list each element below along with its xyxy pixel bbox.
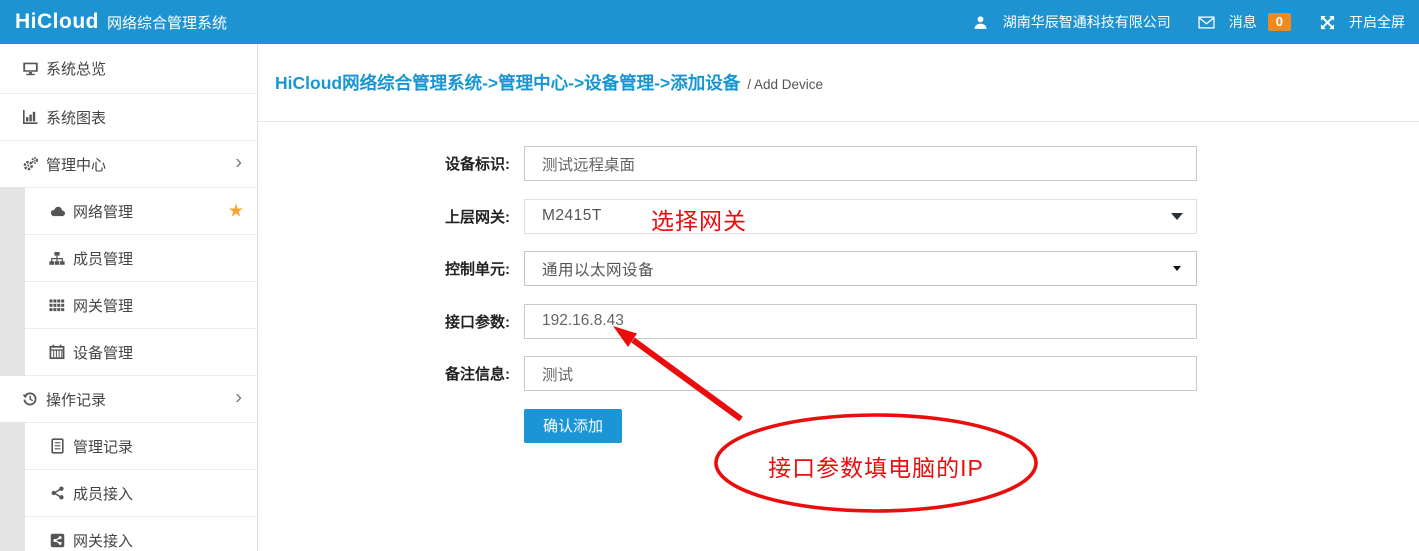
brand-name: HiCloud xyxy=(15,10,99,34)
document-icon xyxy=(48,438,66,455)
sidebar-item-device-management[interactable]: 设备管理 xyxy=(0,329,257,376)
sidebar-item-member-management[interactable]: 成员管理 xyxy=(0,235,257,282)
calendar-icon xyxy=(48,344,66,361)
cloud-icon xyxy=(48,203,66,220)
main-content: HiCloud网络综合管理系统->管理中心->设备管理->添加设备 / Add … xyxy=(258,44,1419,551)
sidebar-item-gateway-management[interactable]: 网关管理 xyxy=(0,282,257,329)
sidebar-item-label: 成员接入 xyxy=(73,483,133,504)
sidebar-item-label: 网关接入 xyxy=(73,530,133,551)
user-icon xyxy=(972,14,990,31)
fullscreen-button[interactable]: 开启全屏 xyxy=(1318,12,1405,32)
sidebar-item-label: 管理记录 xyxy=(73,436,133,457)
sidebar-item-gateway-access[interactable]: 网关接入 xyxy=(0,517,257,551)
messages-label: 消息 xyxy=(1229,12,1257,32)
gears-icon xyxy=(21,156,39,173)
sidebar-item-management-records[interactable]: 管理记录 xyxy=(0,423,257,470)
breadcrumb-suffix: / Add Device xyxy=(747,74,823,92)
company-account[interactable]: 湖南华辰智通科技有限公司 xyxy=(972,12,1171,32)
share-square-icon xyxy=(48,532,66,549)
control-unit-label: 控制单元: xyxy=(258,258,510,279)
control-unit-value: 通用以太网设备 xyxy=(542,258,654,280)
upper-gateway-value: M2415T xyxy=(542,207,602,225)
fullscreen-label: 开启全屏 xyxy=(1349,12,1405,32)
messages-button[interactable]: 消息 0 xyxy=(1198,12,1291,32)
sidebar-item-label: 成员管理 xyxy=(73,248,133,269)
sidebar-item-operation-records[interactable]: 操作记录 › xyxy=(0,376,257,423)
sidebar-item-system-charts[interactable]: 系统图表 xyxy=(0,94,257,141)
sidebar-item-network-management[interactable]: 网络管理 ★ xyxy=(0,188,257,235)
remark-input[interactable] xyxy=(524,356,1197,391)
remark-label: 备注信息: xyxy=(258,363,510,384)
interface-params-label: 接口参数: xyxy=(258,311,510,332)
upper-gateway-label: 上层网关: xyxy=(258,206,510,227)
sidebar-item-label: 系统总览 xyxy=(46,58,106,79)
brand-logo[interactable]: HiCloud 网络综合管理系统 xyxy=(15,10,227,34)
interface-params-input[interactable] xyxy=(524,304,1197,339)
app-window: HiCloud 网络综合管理系统 湖南华辰智通科技有限公司 消息 0 xyxy=(0,0,1419,551)
sidebar-item-label: 网关管理 xyxy=(73,295,133,316)
sidebar-item-member-access[interactable]: 成员接入 xyxy=(0,470,257,517)
bar-chart-icon xyxy=(21,109,39,126)
breadcrumb-path: HiCloud网络综合管理系统->管理中心->设备管理->添加设备 xyxy=(275,70,740,95)
messages-count-badge: 0 xyxy=(1268,13,1291,31)
chevron-right-icon: › xyxy=(235,152,242,172)
device-id-label: 设备标识: xyxy=(258,153,510,174)
grid-icon xyxy=(48,297,66,314)
desktop-icon xyxy=(21,60,39,77)
dropdown-caret-icon xyxy=(1171,213,1183,220)
top-header-bar: HiCloud 网络综合管理系统 湖南华辰智通科技有限公司 消息 0 xyxy=(0,0,1419,44)
sidebar-item-system-overview[interactable]: 系统总览 xyxy=(0,44,257,94)
brand-suffix: 网络综合管理系统 xyxy=(107,12,227,33)
fullscreen-icon xyxy=(1318,14,1336,31)
chevron-right-icon: › xyxy=(235,387,242,407)
confirm-add-button[interactable]: 确认添加 xyxy=(524,409,622,443)
sidebar-nav: 系统总览 系统图表 管理中心 › 网络管理 ★ xyxy=(0,44,258,551)
share-icon xyxy=(48,485,66,502)
sidebar-item-management-center[interactable]: 管理中心 › xyxy=(0,141,257,188)
envelope-icon xyxy=(1198,14,1216,31)
sitemap-icon xyxy=(48,250,66,267)
control-unit-select[interactable]: 通用以太网设备 xyxy=(524,251,1197,286)
add-device-form: 设备标识: 上层网关: M2415T 控制单元: xyxy=(258,122,1419,443)
breadcrumb: HiCloud网络综合管理系统->管理中心->设备管理->添加设备 / Add … xyxy=(258,44,1419,122)
history-icon xyxy=(21,391,39,408)
sidebar-item-label: 系统图表 xyxy=(46,107,106,128)
company-name: 湖南华辰智通科技有限公司 xyxy=(1003,12,1171,32)
sidebar-item-label: 管理中心 xyxy=(46,154,106,175)
favorite-star-icon[interactable]: ★ xyxy=(228,202,244,220)
device-id-input[interactable] xyxy=(524,146,1197,181)
sidebar-item-label: 设备管理 xyxy=(73,342,133,363)
sidebar-item-label: 网络管理 xyxy=(73,201,133,222)
upper-gateway-select[interactable]: M2415T xyxy=(524,199,1197,234)
sidebar-item-label: 操作记录 xyxy=(46,389,106,410)
dropdown-caret-icon xyxy=(1173,266,1181,271)
